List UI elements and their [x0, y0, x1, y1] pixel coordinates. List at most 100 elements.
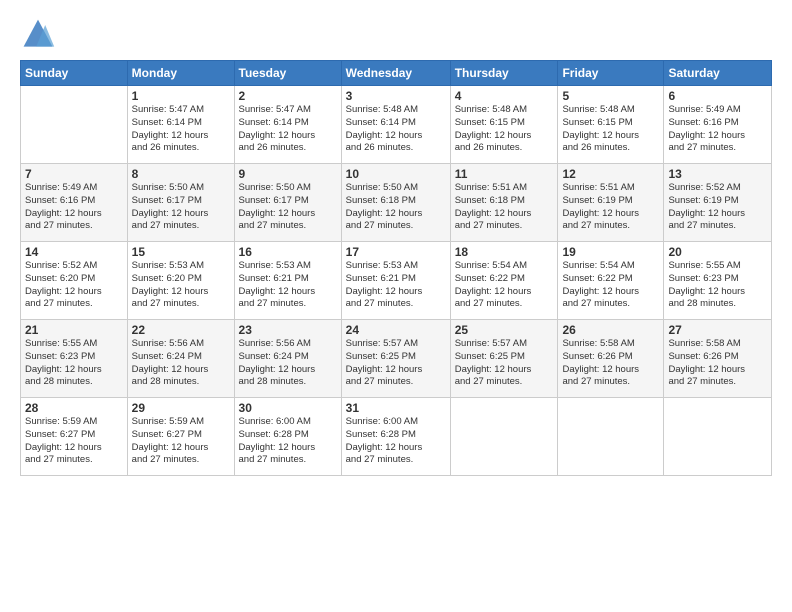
calendar-cell: 16Sunrise: 5:53 AM Sunset: 6:21 PM Dayli… — [234, 242, 341, 320]
calendar-cell: 26Sunrise: 5:58 AM Sunset: 6:26 PM Dayli… — [558, 320, 664, 398]
calendar-cell: 2Sunrise: 5:47 AM Sunset: 6:14 PM Daylig… — [234, 86, 341, 164]
calendar-cell: 22Sunrise: 5:56 AM Sunset: 6:24 PM Dayli… — [127, 320, 234, 398]
day-number: 26 — [562, 323, 659, 337]
day-info: Sunrise: 5:56 AM Sunset: 6:24 PM Dayligh… — [239, 338, 337, 389]
calendar-header-thursday: Thursday — [450, 61, 558, 86]
day-number: 25 — [455, 323, 554, 337]
page: SundayMondayTuesdayWednesdayThursdayFrid… — [0, 0, 792, 612]
day-info: Sunrise: 5:48 AM Sunset: 6:15 PM Dayligh… — [455, 104, 554, 155]
calendar-cell — [664, 398, 772, 476]
calendar-cell — [558, 398, 664, 476]
calendar-cell: 28Sunrise: 5:59 AM Sunset: 6:27 PM Dayli… — [21, 398, 128, 476]
calendar-cell: 1Sunrise: 5:47 AM Sunset: 6:14 PM Daylig… — [127, 86, 234, 164]
calendar-cell — [450, 398, 558, 476]
calendar-cell: 23Sunrise: 5:56 AM Sunset: 6:24 PM Dayli… — [234, 320, 341, 398]
day-number: 8 — [132, 167, 230, 181]
calendar-week-row: 28Sunrise: 5:59 AM Sunset: 6:27 PM Dayli… — [21, 398, 772, 476]
day-info: Sunrise: 5:47 AM Sunset: 6:14 PM Dayligh… — [239, 104, 337, 155]
day-info: Sunrise: 5:48 AM Sunset: 6:14 PM Dayligh… — [346, 104, 446, 155]
day-number: 13 — [668, 167, 767, 181]
calendar-header-wednesday: Wednesday — [341, 61, 450, 86]
day-info: Sunrise: 5:58 AM Sunset: 6:26 PM Dayligh… — [562, 338, 659, 389]
day-info: Sunrise: 5:50 AM Sunset: 6:17 PM Dayligh… — [132, 182, 230, 233]
calendar-header-friday: Friday — [558, 61, 664, 86]
calendar-cell: 8Sunrise: 5:50 AM Sunset: 6:17 PM Daylig… — [127, 164, 234, 242]
day-info: Sunrise: 5:58 AM Sunset: 6:26 PM Dayligh… — [668, 338, 767, 389]
calendar-cell: 12Sunrise: 5:51 AM Sunset: 6:19 PM Dayli… — [558, 164, 664, 242]
day-number: 24 — [346, 323, 446, 337]
calendar-cell: 10Sunrise: 5:50 AM Sunset: 6:18 PM Dayli… — [341, 164, 450, 242]
day-info: Sunrise: 5:57 AM Sunset: 6:25 PM Dayligh… — [455, 338, 554, 389]
calendar-cell: 21Sunrise: 5:55 AM Sunset: 6:23 PM Dayli… — [21, 320, 128, 398]
day-number: 27 — [668, 323, 767, 337]
calendar-table: SundayMondayTuesdayWednesdayThursdayFrid… — [20, 60, 772, 476]
calendar-week-row: 14Sunrise: 5:52 AM Sunset: 6:20 PM Dayli… — [21, 242, 772, 320]
day-number: 30 — [239, 401, 337, 415]
day-info: Sunrise: 5:47 AM Sunset: 6:14 PM Dayligh… — [132, 104, 230, 155]
day-number: 21 — [25, 323, 123, 337]
day-number: 11 — [455, 167, 554, 181]
logo — [20, 16, 60, 52]
day-number: 23 — [239, 323, 337, 337]
calendar-cell: 7Sunrise: 5:49 AM Sunset: 6:16 PM Daylig… — [21, 164, 128, 242]
calendar-cell: 4Sunrise: 5:48 AM Sunset: 6:15 PM Daylig… — [450, 86, 558, 164]
day-number: 5 — [562, 89, 659, 103]
day-number: 10 — [346, 167, 446, 181]
day-number: 2 — [239, 89, 337, 103]
logo-icon — [20, 16, 56, 52]
calendar-cell: 15Sunrise: 5:53 AM Sunset: 6:20 PM Dayli… — [127, 242, 234, 320]
calendar-cell: 11Sunrise: 5:51 AM Sunset: 6:18 PM Dayli… — [450, 164, 558, 242]
calendar-cell: 6Sunrise: 5:49 AM Sunset: 6:16 PM Daylig… — [664, 86, 772, 164]
day-number: 4 — [455, 89, 554, 103]
day-number: 20 — [668, 245, 767, 259]
day-number: 15 — [132, 245, 230, 259]
calendar-cell — [21, 86, 128, 164]
header — [20, 16, 772, 52]
day-number: 31 — [346, 401, 446, 415]
day-info: Sunrise: 5:51 AM Sunset: 6:18 PM Dayligh… — [455, 182, 554, 233]
calendar-header-monday: Monday — [127, 61, 234, 86]
day-info: Sunrise: 5:52 AM Sunset: 6:20 PM Dayligh… — [25, 260, 123, 311]
calendar-header-row: SundayMondayTuesdayWednesdayThursdayFrid… — [21, 61, 772, 86]
day-info: Sunrise: 5:55 AM Sunset: 6:23 PM Dayligh… — [25, 338, 123, 389]
day-info: Sunrise: 5:49 AM Sunset: 6:16 PM Dayligh… — [25, 182, 123, 233]
calendar-week-row: 7Sunrise: 5:49 AM Sunset: 6:16 PM Daylig… — [21, 164, 772, 242]
calendar-cell: 17Sunrise: 5:53 AM Sunset: 6:21 PM Dayli… — [341, 242, 450, 320]
day-number: 19 — [562, 245, 659, 259]
day-number: 9 — [239, 167, 337, 181]
day-info: Sunrise: 5:54 AM Sunset: 6:22 PM Dayligh… — [562, 260, 659, 311]
day-number: 14 — [25, 245, 123, 259]
calendar-cell: 30Sunrise: 6:00 AM Sunset: 6:28 PM Dayli… — [234, 398, 341, 476]
day-info: Sunrise: 5:52 AM Sunset: 6:19 PM Dayligh… — [668, 182, 767, 233]
day-number: 7 — [25, 167, 123, 181]
day-number: 12 — [562, 167, 659, 181]
day-info: Sunrise: 5:50 AM Sunset: 6:17 PM Dayligh… — [239, 182, 337, 233]
day-number: 6 — [668, 89, 767, 103]
calendar-cell: 5Sunrise: 5:48 AM Sunset: 6:15 PM Daylig… — [558, 86, 664, 164]
day-number: 29 — [132, 401, 230, 415]
day-info: Sunrise: 5:59 AM Sunset: 6:27 PM Dayligh… — [132, 416, 230, 467]
day-info: Sunrise: 5:59 AM Sunset: 6:27 PM Dayligh… — [25, 416, 123, 467]
calendar-cell: 25Sunrise: 5:57 AM Sunset: 6:25 PM Dayli… — [450, 320, 558, 398]
day-info: Sunrise: 6:00 AM Sunset: 6:28 PM Dayligh… — [239, 416, 337, 467]
calendar-cell: 29Sunrise: 5:59 AM Sunset: 6:27 PM Dayli… — [127, 398, 234, 476]
day-number: 17 — [346, 245, 446, 259]
calendar-cell: 3Sunrise: 5:48 AM Sunset: 6:14 PM Daylig… — [341, 86, 450, 164]
calendar-week-row: 1Sunrise: 5:47 AM Sunset: 6:14 PM Daylig… — [21, 86, 772, 164]
day-number: 18 — [455, 245, 554, 259]
day-info: Sunrise: 5:48 AM Sunset: 6:15 PM Dayligh… — [562, 104, 659, 155]
calendar-cell: 31Sunrise: 6:00 AM Sunset: 6:28 PM Dayli… — [341, 398, 450, 476]
day-number: 3 — [346, 89, 446, 103]
calendar-week-row: 21Sunrise: 5:55 AM Sunset: 6:23 PM Dayli… — [21, 320, 772, 398]
day-info: Sunrise: 6:00 AM Sunset: 6:28 PM Dayligh… — [346, 416, 446, 467]
day-info: Sunrise: 5:53 AM Sunset: 6:21 PM Dayligh… — [239, 260, 337, 311]
day-number: 22 — [132, 323, 230, 337]
calendar-header-tuesday: Tuesday — [234, 61, 341, 86]
calendar-cell: 27Sunrise: 5:58 AM Sunset: 6:26 PM Dayli… — [664, 320, 772, 398]
day-info: Sunrise: 5:55 AM Sunset: 6:23 PM Dayligh… — [668, 260, 767, 311]
calendar-cell: 19Sunrise: 5:54 AM Sunset: 6:22 PM Dayli… — [558, 242, 664, 320]
day-info: Sunrise: 5:56 AM Sunset: 6:24 PM Dayligh… — [132, 338, 230, 389]
day-info: Sunrise: 5:53 AM Sunset: 6:20 PM Dayligh… — [132, 260, 230, 311]
calendar-cell: 13Sunrise: 5:52 AM Sunset: 6:19 PM Dayli… — [664, 164, 772, 242]
day-info: Sunrise: 5:54 AM Sunset: 6:22 PM Dayligh… — [455, 260, 554, 311]
